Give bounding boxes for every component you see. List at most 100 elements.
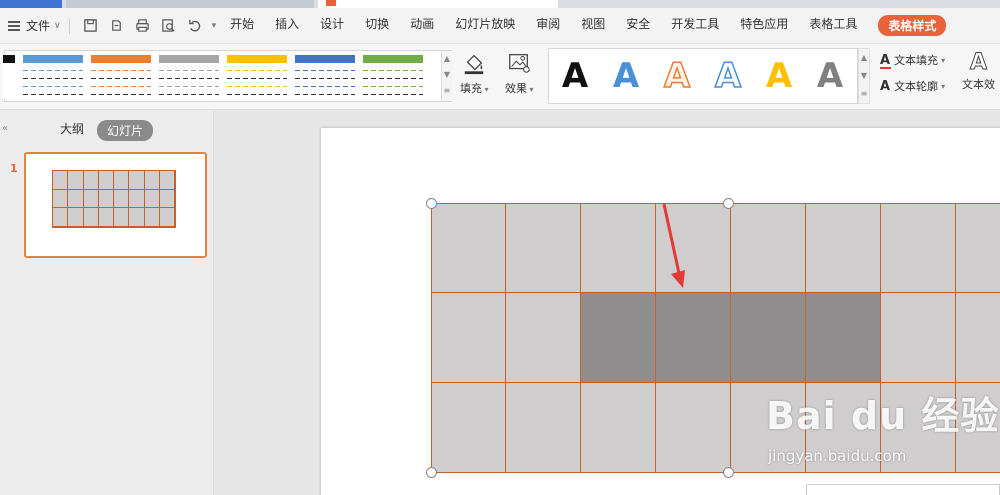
scroll-up-icon[interactable]: ▲ [859, 49, 869, 67]
text-effect-button[interactable]: A 文本效 [962, 50, 995, 92]
table-style-swatch[interactable] [23, 55, 83, 99]
tab-developer[interactable]: 开发工具 [671, 15, 719, 36]
table-style-swatch[interactable] [91, 55, 151, 99]
text-outline-icon: A [880, 78, 891, 94]
tab-outline[interactable]: 大纲 [60, 120, 84, 137]
effect-button[interactable]: 效果 [505, 50, 534, 96]
gallery-scrollbar[interactable]: ▲ ▼ ≡ [441, 51, 452, 101]
tab-features[interactable]: 特色应用 [740, 15, 788, 36]
print-icon[interactable] [135, 19, 151, 33]
expand-gallery-icon[interactable]: ≡ [442, 83, 452, 99]
tab-view[interactable]: 视图 [581, 15, 605, 36]
table-cell[interactable] [731, 203, 806, 293]
scroll-down-icon[interactable]: ▼ [442, 67, 452, 83]
wordart-style-swatch[interactable]: A [757, 53, 801, 99]
thumbnail-cell [68, 171, 84, 190]
table-cell[interactable] [806, 203, 881, 293]
fill-button[interactable]: 填充 [460, 50, 489, 96]
tab-security[interactable]: 安全 [626, 15, 650, 36]
table-cell[interactable] [581, 203, 656, 293]
slide-thumbnail[interactable] [24, 152, 207, 258]
resize-handle-bottom-middle[interactable] [723, 467, 734, 478]
ribbon-tabs: 开始 插入 设计 切换 动画 幻灯片放映 审阅 视图 安全 开发工具 特色应用 … [230, 15, 960, 36]
table-cell[interactable] [506, 383, 581, 473]
table-cell-selected[interactable] [806, 293, 881, 383]
tab-animations[interactable]: 动画 [410, 15, 434, 36]
wordart-style-swatch[interactable]: A [604, 53, 648, 99]
table-cell[interactable] [956, 293, 1000, 383]
document-tab-strip [0, 0, 1000, 8]
scroll-down-icon[interactable]: ▼ [859, 67, 869, 85]
wordart-style-swatch[interactable]: A [808, 53, 852, 99]
table-cell-selected[interactable] [731, 293, 806, 383]
table-cell-selected[interactable] [581, 293, 656, 383]
document-tab[interactable] [66, 0, 314, 8]
tab-table-style[interactable]: 表格样式 [878, 15, 947, 36]
divider [68, 17, 70, 34]
table-style-swatch[interactable] [159, 55, 219, 99]
paint-bucket-icon [461, 50, 487, 76]
table-cell[interactable] [881, 203, 956, 293]
chevron-down-icon[interactable]: ▾ [941, 82, 945, 91]
table-style-swatch[interactable] [363, 55, 423, 99]
table-cell[interactable] [431, 383, 506, 473]
table-cell[interactable] [881, 293, 956, 383]
slide-panel: « 大纲 幻灯片 1 [0, 111, 214, 495]
table-cell[interactable] [581, 383, 656, 473]
thumbnail-cell [114, 208, 130, 227]
thumbnail-cell [144, 208, 160, 227]
text-fill-label: 文本填充 [894, 54, 939, 67]
chevron-down-icon[interactable]: ▾ [941, 56, 945, 65]
resize-handle-top-middle[interactable] [723, 198, 734, 209]
table-cell-selected[interactable] [656, 293, 731, 383]
table-cell[interactable] [431, 293, 506, 383]
thumbnail-cell [114, 171, 130, 190]
active-document-tab[interactable] [318, 0, 558, 8]
export-pdf-icon[interactable] [109, 19, 125, 33]
tab-review[interactable]: 审阅 [536, 15, 560, 36]
table-cell[interactable] [956, 203, 1000, 293]
text-effect-icon: A [969, 50, 988, 76]
text-fill-button[interactable]: A 文本填充 ▾ [880, 52, 945, 69]
expand-gallery-icon[interactable]: ≡ [859, 85, 869, 103]
watermark-url: jingyan.baidu.com [768, 447, 907, 465]
effect-label: 效果 [505, 80, 534, 96]
table-cell[interactable] [656, 383, 731, 473]
save-icon[interactable] [83, 19, 99, 33]
print-preview-icon[interactable] [161, 19, 177, 33]
chevron-down-icon[interactable]: ∨ [54, 21, 61, 31]
thumbnail-cell [159, 171, 175, 190]
tab-home[interactable]: 开始 [230, 15, 254, 36]
slide-number: 1 [10, 162, 18, 175]
file-menu[interactable]: 文件 [26, 17, 50, 34]
tab-slides[interactable]: 幻灯片 [97, 120, 154, 141]
wordart-style-swatch[interactable]: A [553, 53, 597, 99]
table-cell[interactable] [506, 203, 581, 293]
scroll-up-icon[interactable]: ▲ [442, 51, 452, 67]
tab-design[interactable]: 设计 [320, 15, 344, 36]
resize-handle-bottom-left[interactable] [426, 467, 437, 478]
menu-icon[interactable] [8, 20, 20, 31]
home-tab[interactable] [0, 0, 62, 8]
tab-transitions[interactable]: 切换 [365, 15, 389, 36]
tab-insert[interactable]: 插入 [275, 15, 299, 36]
undo-icon[interactable] [187, 19, 203, 33]
tab-slideshow[interactable]: 幻灯片放映 [455, 15, 515, 36]
table-style-swatch[interactable] [295, 55, 355, 99]
ribbon: ▲ ▼ ≡ 填充 效果 AAAAAA ▲ ▼ ≡ A 文本填 [0, 44, 1000, 110]
table-style-swatch[interactable] [3, 55, 15, 99]
table-cell[interactable] [431, 203, 506, 293]
tab-table-tools[interactable]: 表格工具 [809, 15, 857, 36]
text-outline-button[interactable]: A 文本轮廓 ▾ [880, 78, 945, 94]
thumbnail-table [52, 170, 176, 228]
wordart-style-swatch[interactable]: A [706, 53, 750, 99]
wordart-scrollbar[interactable]: ▲ ▼ ≡ [858, 48, 870, 104]
app-window: 文件 ∨ ▾ 开始 插入 设计 切换 动画 幻灯片放映 审阅 视图 安全 开发工… [0, 0, 1000, 495]
resize-handle-top-left[interactable] [426, 198, 437, 209]
table-cell[interactable] [506, 293, 581, 383]
undo-dropdown-icon[interactable]: ▾ [212, 21, 217, 31]
wordart-style-swatch[interactable]: A [655, 53, 699, 99]
floating-toolbar[interactable] [806, 484, 1000, 495]
collapse-panel-icon[interactable]: « [2, 123, 8, 134]
table-style-swatch[interactable] [227, 55, 287, 99]
